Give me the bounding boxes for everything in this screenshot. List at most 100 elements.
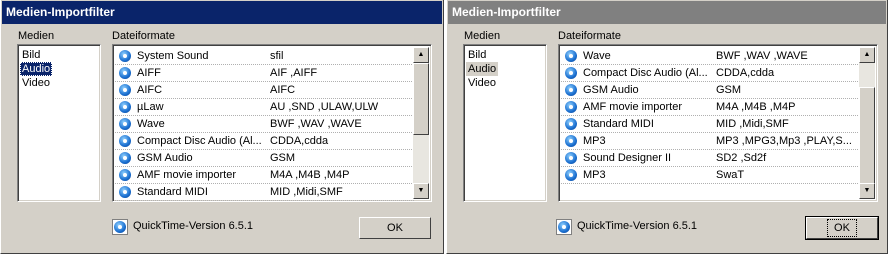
format-row[interactable]: Standard MIDI MID ,Midi,SMF [561, 116, 860, 133]
media-item-bild[interactable]: Bild [466, 48, 544, 62]
format-name: µLaw [137, 101, 164, 113]
import-filter-dialog-active: Medien-Importfilter Medien Dateiformate … [0, 0, 444, 254]
format-row[interactable]: Compact Disc Audio (Al... CDDA,cdda [115, 133, 414, 150]
arrow-down-icon[interactable]: ▼ [413, 183, 429, 199]
media-list[interactable]: Bild Audio Video [17, 44, 101, 202]
quicktime-logo-icon [112, 219, 128, 235]
format-name: Wave [137, 118, 165, 130]
arrow-down-icon[interactable]: ▼ [859, 183, 875, 199]
format-row[interactable]: MP3 SwaT [561, 167, 860, 184]
format-extensions: M4A ,M4B ,M4P [716, 101, 796, 113]
format-extensions: SD2 ,Sd2f [716, 152, 767, 164]
format-list-scrollbar[interactable]: ▲ ▼ [859, 47, 875, 199]
format-name: GSM Audio [137, 152, 193, 164]
format-name: Compact Disc Audio (Al... [583, 67, 708, 79]
quicktime-version: QuickTime-Version 6.5.1 [577, 220, 698, 232]
quicktime-icon [565, 101, 577, 113]
media-label: Medien [18, 30, 55, 42]
formats-label: Dateiformate [112, 30, 175, 42]
quicktime-icon [565, 169, 577, 181]
format-extensions: MID ,Midi,SMF [716, 118, 789, 130]
format-extensions: CDDA,cdda [270, 135, 329, 147]
formats-label: Dateiformate [558, 30, 621, 42]
media-item-audio[interactable]: Audio [466, 62, 499, 76]
format-extensions: GSM [716, 84, 742, 96]
format-name: AIFC [137, 84, 163, 96]
quicktime-icon [565, 50, 577, 62]
format-row[interactable]: MP3 MP3 ,MPG3,Mp3 ,PLAY,S... [561, 133, 860, 150]
format-name: Standard MIDI [583, 118, 654, 130]
format-extensions: sfil [270, 50, 284, 62]
ok-button[interactable]: OK [359, 217, 431, 239]
quicktime-icon [119, 67, 131, 79]
format-name: MP3 [583, 135, 606, 147]
media-label: Medien [464, 30, 501, 42]
ok-button[interactable]: OK [805, 216, 879, 240]
media-item-video[interactable]: Video [20, 76, 98, 90]
format-extensions: CDDA,cdda [716, 67, 775, 79]
format-name: GSM Audio [583, 84, 639, 96]
quicktime-icon [119, 169, 131, 181]
format-row[interactable]: GSM Audio GSM [115, 150, 414, 167]
arrow-up-icon[interactable]: ▲ [413, 47, 429, 63]
format-extensions: BWF ,WAV ,WAVE [716, 50, 808, 62]
format-list[interactable]: System Sound sfil AIFF AIF ,AIFF AIFC AIFC … [112, 44, 432, 202]
quicktime-icon [119, 118, 131, 130]
format-row[interactable]: Sound Designer II SD2 ,Sd2f [561, 150, 860, 167]
format-name: Standard MIDI [137, 186, 208, 198]
quicktime-icon [119, 84, 131, 96]
format-extensions: SwaT [716, 169, 745, 181]
quicktime-icon [119, 152, 131, 164]
format-extensions: GSM [270, 152, 296, 164]
format-extensions: MP3 ,MPG3,Mp3 ,PLAY,S... [716, 135, 852, 147]
quicktime-icon [119, 101, 131, 113]
scrollbar-thumb[interactable] [413, 63, 429, 135]
media-item-bild[interactable]: Bild [20, 48, 98, 62]
format-row[interactable]: AIFF AIF ,AIFF [115, 65, 414, 82]
media-item-video[interactable]: Video [466, 76, 544, 90]
format-list-scrollbar[interactable]: ▲ ▼ [413, 47, 429, 199]
format-extensions: BWF ,WAV ,WAVE [270, 118, 362, 130]
format-row[interactable]: µLaw AU ,SND ,ULAW,ULW [115, 99, 414, 116]
format-extensions: M4A ,M4B ,M4P [270, 169, 350, 181]
quicktime-icon [565, 152, 577, 164]
media-item-audio[interactable]: Audio [20, 62, 53, 76]
format-row[interactable]: Wave BWF ,WAV ,WAVE [115, 116, 414, 133]
quicktime-version: QuickTime-Version 6.5.1 [133, 220, 254, 232]
quicktime-icon [565, 118, 577, 130]
format-name: AMF movie importer [137, 169, 237, 181]
import-filter-dialog-inactive: Medien-Importfilter Medien Dateiformate … [446, 0, 888, 254]
media-list[interactable]: Bild Audio Video [463, 44, 547, 202]
format-name: AMF movie importer [583, 101, 683, 113]
quicktime-icon [119, 135, 131, 147]
format-name: System Sound [137, 50, 209, 62]
quicktime-icon [565, 135, 577, 147]
scrollbar-thumb[interactable] [859, 87, 875, 185]
arrow-up-icon[interactable]: ▲ [859, 47, 875, 63]
format-name: Sound Designer II [583, 152, 672, 164]
format-row[interactable]: Standard MIDI MID ,Midi,SMF [115, 184, 414, 201]
format-list[interactable]: Wave BWF ,WAV ,WAVE Compact Disc Audio (A… [558, 44, 878, 202]
format-row[interactable]: Compact Disc Audio (Al... CDDA,cdda [561, 65, 860, 82]
format-name: Compact Disc Audio (Al... [137, 135, 262, 147]
quicktime-icon [565, 67, 577, 79]
format-extensions: AIFC [270, 84, 296, 96]
format-name: AIFF [137, 67, 161, 79]
format-name: MP3 [583, 169, 606, 181]
quicktime-icon [119, 186, 131, 198]
format-row[interactable]: GSM Audio GSM [561, 82, 860, 99]
format-row[interactable]: AIFC AIFC [115, 82, 414, 99]
format-row[interactable]: AMF movie importer M4A ,M4B ,M4P [561, 99, 860, 116]
ok-button-label: OK [827, 219, 857, 237]
format-extensions: AU ,SND ,ULAW,ULW [270, 101, 379, 113]
format-row[interactable]: AMF movie importer M4A ,M4B ,M4P [115, 167, 414, 184]
format-extensions: MID ,Midi,SMF [270, 186, 343, 198]
dialog-title: Medien-Importfilter [2, 1, 442, 24]
format-extensions: AIF ,AIFF [270, 67, 318, 79]
quicktime-icon [565, 84, 577, 96]
format-name: Wave [583, 50, 611, 62]
format-row[interactable]: System Sound sfil [115, 48, 414, 65]
quicktime-icon [119, 50, 131, 62]
quicktime-logo-icon [556, 219, 572, 235]
format-row[interactable]: Wave BWF ,WAV ,WAVE [561, 48, 860, 65]
